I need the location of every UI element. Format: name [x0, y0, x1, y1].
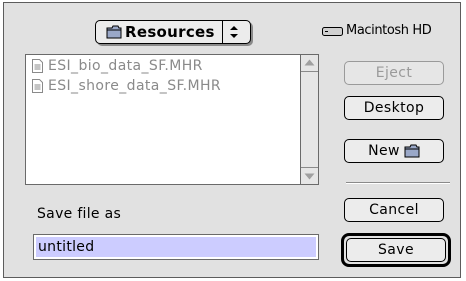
save-label: Save [378, 242, 414, 258]
cancel-label: Cancel [369, 202, 419, 218]
filename-field[interactable] [33, 234, 319, 260]
scroll-up-button[interactable] [301, 55, 318, 72]
file-name: ESI_shore_data_SF.MHR [48, 78, 222, 94]
eject-label: Eject [375, 65, 413, 81]
folder-popup-menu[interactable]: Resources [95, 20, 251, 44]
arrow-down-icon [304, 173, 315, 180]
desktop-label: Desktop [363, 100, 425, 116]
new-folder-button[interactable]: New [344, 139, 444, 163]
hard-disk-icon [322, 27, 343, 36]
save-dialog: Resources Macintosh HD ESI_bio_data_SF.M… [3, 2, 461, 278]
up-down-arrows-icon [230, 26, 238, 38]
file-name: ESI_bio_data_SF.MHR [48, 58, 203, 74]
folder-popup-label: Resources [125, 23, 215, 41]
document-icon [32, 59, 43, 73]
vertical-scrollbar[interactable] [300, 55, 318, 184]
save-button[interactable]: Save [346, 238, 446, 262]
eject-button[interactable]: Eject [344, 61, 444, 85]
new-folder-icon [404, 144, 420, 158]
save-file-as-label: Save file as [37, 206, 122, 222]
popup-divider [222, 21, 223, 43]
disk-name: Macintosh HD [346, 23, 432, 38]
button-separator [346, 182, 450, 184]
arrow-up-icon [304, 59, 315, 66]
document-icon [32, 79, 43, 93]
file-list[interactable]: ESI_bio_data_SF.MHR ESI_shore_data_SF.MH… [25, 54, 319, 185]
folder-icon [106, 25, 122, 39]
filename-input[interactable] [38, 237, 308, 257]
scroll-down-button[interactable] [301, 167, 318, 184]
cancel-button[interactable]: Cancel [344, 198, 444, 222]
new-label: New [368, 143, 400, 159]
desktop-button[interactable]: Desktop [344, 96, 444, 120]
